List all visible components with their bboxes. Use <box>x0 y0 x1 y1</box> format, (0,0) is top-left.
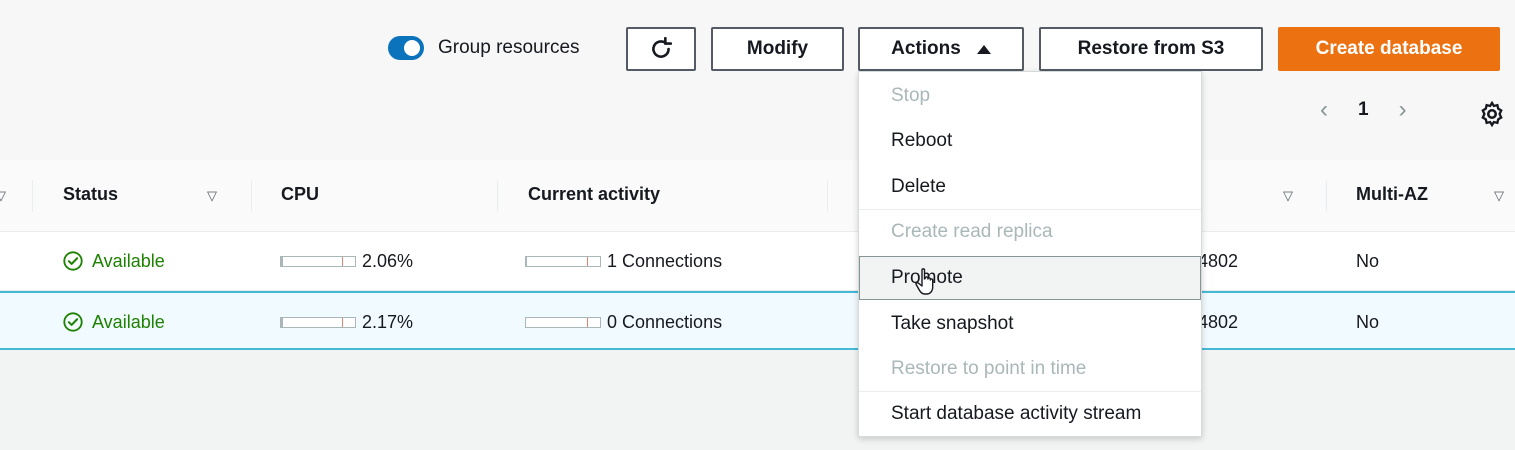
sort-icon[interactable]: ▽ <box>0 188 6 204</box>
menu-item-create-read-replica: Create read replica <box>891 221 1053 242</box>
column-header-multi-az[interactable]: Multi-AZ <box>1356 184 1428 205</box>
column-header-current-activity[interactable]: Current activity <box>528 184 660 205</box>
menu-item-reboot[interactable]: Reboot <box>891 130 952 152</box>
multi-az-value: No <box>1356 251 1380 271</box>
port-value: 4802 <box>1198 312 1239 332</box>
check-circle-icon <box>63 312 83 332</box>
cpu-bar <box>280 317 356 328</box>
status-text: Available <box>92 311 165 332</box>
restore-from-s3-button[interactable]: Restore from S3 <box>1039 27 1263 71</box>
menu-item-start-activity-stream[interactable]: Start database activity stream <box>891 403 1141 425</box>
menu-item-restore-to-point-in-time: Restore to point in time <box>891 358 1087 379</box>
port-value: 4802 <box>1198 251 1239 271</box>
status-badge: Available <box>62 311 165 333</box>
activity-bar <box>525 256 601 267</box>
sort-icon[interactable]: ▽ <box>207 188 217 204</box>
column-divider <box>32 180 33 212</box>
cpu-bar <box>280 256 356 267</box>
activity-value: 0 Connections <box>607 312 723 332</box>
actions-label: Actions <box>891 38 961 59</box>
gear-icon[interactable] <box>1478 100 1506 128</box>
cpu-value: 2.17% <box>362 312 414 332</box>
status-text: Available <box>92 250 165 271</box>
activity-bar-fill <box>526 257 528 266</box>
menu-divider <box>859 209 1201 210</box>
multi-az-value: No <box>1356 312 1380 332</box>
databases-table: ▽ Status ▽ CPU Current activity ▽ Multi-… <box>0 160 1515 350</box>
refresh-icon <box>652 36 673 58</box>
column-divider <box>497 180 498 212</box>
hand-cursor-icon <box>915 268 934 295</box>
column-divider <box>1326 180 1327 212</box>
menu-item-take-snapshot[interactable]: Take snapshot <box>891 313 1014 335</box>
column-divider <box>251 180 252 212</box>
group-resources-label: Group resources <box>438 37 580 58</box>
modify-button[interactable]: Modify <box>711 27 844 71</box>
cpu-value: 2.06% <box>362 251 414 271</box>
cpu-bar-fill <box>281 257 283 266</box>
column-header-cpu[interactable]: CPU <box>281 184 319 205</box>
sort-icon[interactable]: ▽ <box>1283 188 1293 204</box>
sort-icon[interactable]: ▽ <box>1494 188 1504 204</box>
activity-value: 1 Connections <box>607 251 723 271</box>
check-circle-icon <box>63 251 83 271</box>
chevron-left-icon[interactable]: ‹ <box>1320 96 1328 124</box>
group-resources-control[interactable]: Group resources <box>388 36 580 60</box>
actions-button[interactable]: Actions <box>858 27 1024 71</box>
toolbar: Group resources Modify Actions Restore f… <box>0 0 1515 160</box>
table-header: ▽ Status ▽ CPU Current activity ▽ Multi-… <box>0 160 1515 232</box>
column-header-status[interactable]: Status <box>63 184 118 205</box>
activity-bar <box>525 317 601 328</box>
table-row[interactable]: Available 2.17% 0 Connections 4802 No <box>0 291 1515 350</box>
group-resources-toggle[interactable] <box>388 36 424 60</box>
cpu-bar-fill <box>281 318 283 327</box>
chevron-right-icon[interactable]: › <box>1399 96 1407 124</box>
menu-item-stop: Stop <box>891 85 931 106</box>
refresh-button[interactable] <box>626 27 696 71</box>
actions-dropdown-menu: Stop Reboot Delete Create read replica P… <box>858 71 1202 437</box>
pagination: ‹ 1 › <box>1320 96 1407 124</box>
table-row[interactable]: Available 2.06% 1 Connections 4802 No <box>0 232 1515 291</box>
menu-divider <box>859 391 1201 392</box>
caret-up-icon <box>976 44 991 54</box>
create-database-button[interactable]: Create database <box>1278 27 1500 71</box>
menu-item-delete[interactable]: Delete <box>891 176 946 198</box>
status-badge: Available <box>62 250 165 272</box>
page-number[interactable]: 1 <box>1358 99 1369 121</box>
column-divider <box>827 180 828 212</box>
